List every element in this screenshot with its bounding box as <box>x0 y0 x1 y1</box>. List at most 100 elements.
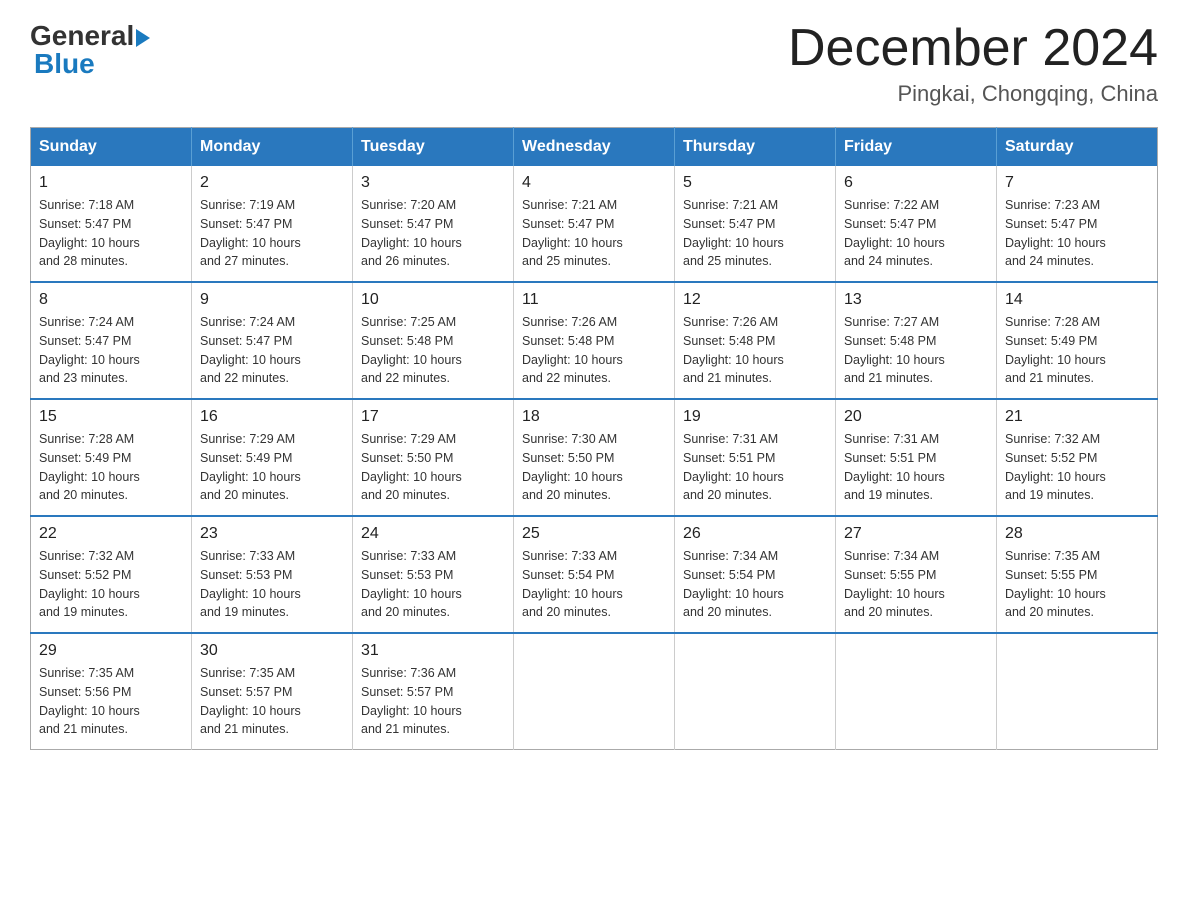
day-number: 14 <box>1005 291 1149 309</box>
day-cell: 23 Sunrise: 7:33 AMSunset: 5:53 PMDaylig… <box>192 516 353 633</box>
day-number: 13 <box>844 291 988 309</box>
day-info: Sunrise: 7:32 AMSunset: 5:52 PMDaylight:… <box>39 547 183 622</box>
day-number: 2 <box>200 174 344 192</box>
day-cell: 19 Sunrise: 7:31 AMSunset: 5:51 PMDaylig… <box>675 399 836 516</box>
day-cell: 22 Sunrise: 7:32 AMSunset: 5:52 PMDaylig… <box>31 516 192 633</box>
day-number: 4 <box>522 174 666 192</box>
day-number: 3 <box>361 174 505 192</box>
day-cell: 29 Sunrise: 7:35 AMSunset: 5:56 PMDaylig… <box>31 633 192 750</box>
day-cell <box>836 633 997 750</box>
day-number: 21 <box>1005 408 1149 426</box>
day-info: Sunrise: 7:19 AMSunset: 5:47 PMDaylight:… <box>200 196 344 271</box>
day-cell: 30 Sunrise: 7:35 AMSunset: 5:57 PMDaylig… <box>192 633 353 750</box>
day-info: Sunrise: 7:22 AMSunset: 5:47 PMDaylight:… <box>844 196 988 271</box>
day-cell: 4 Sunrise: 7:21 AMSunset: 5:47 PMDayligh… <box>514 166 675 282</box>
day-cell: 26 Sunrise: 7:34 AMSunset: 5:54 PMDaylig… <box>675 516 836 633</box>
day-number: 24 <box>361 525 505 543</box>
day-cell: 20 Sunrise: 7:31 AMSunset: 5:51 PMDaylig… <box>836 399 997 516</box>
title-block: December 2024 Pingkai, Chongqing, China <box>788 20 1158 107</box>
day-info: Sunrise: 7:33 AMSunset: 5:53 PMDaylight:… <box>361 547 505 622</box>
day-cell: 7 Sunrise: 7:23 AMSunset: 5:47 PMDayligh… <box>997 166 1158 282</box>
day-number: 25 <box>522 525 666 543</box>
page-header: General Blue December 2024 Pingkai, Chon… <box>30 20 1158 107</box>
day-cell: 3 Sunrise: 7:20 AMSunset: 5:47 PMDayligh… <box>353 166 514 282</box>
day-info: Sunrise: 7:25 AMSunset: 5:48 PMDaylight:… <box>361 313 505 388</box>
day-cell: 5 Sunrise: 7:21 AMSunset: 5:47 PMDayligh… <box>675 166 836 282</box>
weekday-wednesday: Wednesday <box>514 128 675 167</box>
day-info: Sunrise: 7:29 AMSunset: 5:50 PMDaylight:… <box>361 430 505 505</box>
weekday-header-row: SundayMondayTuesdayWednesdayThursdayFrid… <box>31 128 1158 167</box>
day-number: 26 <box>683 525 827 543</box>
week-row-4: 22 Sunrise: 7:32 AMSunset: 5:52 PMDaylig… <box>31 516 1158 633</box>
day-info: Sunrise: 7:21 AMSunset: 5:47 PMDaylight:… <box>683 196 827 271</box>
day-number: 19 <box>683 408 827 426</box>
day-number: 22 <box>39 525 183 543</box>
day-info: Sunrise: 7:21 AMSunset: 5:47 PMDaylight:… <box>522 196 666 271</box>
day-cell: 10 Sunrise: 7:25 AMSunset: 5:48 PMDaylig… <box>353 282 514 399</box>
calendar-subtitle: Pingkai, Chongqing, China <box>788 81 1158 107</box>
day-number: 9 <box>200 291 344 309</box>
day-number: 29 <box>39 642 183 660</box>
logo: General Blue <box>30 20 150 80</box>
day-cell: 17 Sunrise: 7:29 AMSunset: 5:50 PMDaylig… <box>353 399 514 516</box>
day-info: Sunrise: 7:28 AMSunset: 5:49 PMDaylight:… <box>1005 313 1149 388</box>
day-info: Sunrise: 7:32 AMSunset: 5:52 PMDaylight:… <box>1005 430 1149 505</box>
day-number: 23 <box>200 525 344 543</box>
day-cell: 11 Sunrise: 7:26 AMSunset: 5:48 PMDaylig… <box>514 282 675 399</box>
calendar-title: December 2024 <box>788 20 1158 77</box>
day-number: 16 <box>200 408 344 426</box>
day-info: Sunrise: 7:24 AMSunset: 5:47 PMDaylight:… <box>39 313 183 388</box>
day-info: Sunrise: 7:20 AMSunset: 5:47 PMDaylight:… <box>361 196 505 271</box>
day-number: 7 <box>1005 174 1149 192</box>
calendar-table: SundayMondayTuesdayWednesdayThursdayFrid… <box>30 127 1158 750</box>
day-info: Sunrise: 7:18 AMSunset: 5:47 PMDaylight:… <box>39 196 183 271</box>
day-info: Sunrise: 7:35 AMSunset: 5:56 PMDaylight:… <box>39 664 183 739</box>
weekday-friday: Friday <box>836 128 997 167</box>
day-info: Sunrise: 7:33 AMSunset: 5:53 PMDaylight:… <box>200 547 344 622</box>
day-cell: 24 Sunrise: 7:33 AMSunset: 5:53 PMDaylig… <box>353 516 514 633</box>
week-row-5: 29 Sunrise: 7:35 AMSunset: 5:56 PMDaylig… <box>31 633 1158 750</box>
day-cell <box>997 633 1158 750</box>
day-cell: 15 Sunrise: 7:28 AMSunset: 5:49 PMDaylig… <box>31 399 192 516</box>
day-info: Sunrise: 7:27 AMSunset: 5:48 PMDaylight:… <box>844 313 988 388</box>
day-info: Sunrise: 7:33 AMSunset: 5:54 PMDaylight:… <box>522 547 666 622</box>
weekday-monday: Monday <box>192 128 353 167</box>
day-info: Sunrise: 7:35 AMSunset: 5:57 PMDaylight:… <box>200 664 344 739</box>
day-info: Sunrise: 7:23 AMSunset: 5:47 PMDaylight:… <box>1005 196 1149 271</box>
weekday-thursday: Thursday <box>675 128 836 167</box>
day-number: 28 <box>1005 525 1149 543</box>
day-number: 11 <box>522 291 666 309</box>
week-row-3: 15 Sunrise: 7:28 AMSunset: 5:49 PMDaylig… <box>31 399 1158 516</box>
day-number: 6 <box>844 174 988 192</box>
day-number: 27 <box>844 525 988 543</box>
weekday-tuesday: Tuesday <box>353 128 514 167</box>
day-cell: 21 Sunrise: 7:32 AMSunset: 5:52 PMDaylig… <box>997 399 1158 516</box>
day-number: 30 <box>200 642 344 660</box>
day-info: Sunrise: 7:26 AMSunset: 5:48 PMDaylight:… <box>522 313 666 388</box>
day-info: Sunrise: 7:28 AMSunset: 5:49 PMDaylight:… <box>39 430 183 505</box>
day-number: 31 <box>361 642 505 660</box>
day-info: Sunrise: 7:35 AMSunset: 5:55 PMDaylight:… <box>1005 547 1149 622</box>
day-number: 15 <box>39 408 183 426</box>
weekday-sunday: Sunday <box>31 128 192 167</box>
day-cell: 25 Sunrise: 7:33 AMSunset: 5:54 PMDaylig… <box>514 516 675 633</box>
week-row-1: 1 Sunrise: 7:18 AMSunset: 5:47 PMDayligh… <box>31 166 1158 282</box>
day-info: Sunrise: 7:31 AMSunset: 5:51 PMDaylight:… <box>683 430 827 505</box>
day-cell: 18 Sunrise: 7:30 AMSunset: 5:50 PMDaylig… <box>514 399 675 516</box>
day-number: 10 <box>361 291 505 309</box>
day-info: Sunrise: 7:26 AMSunset: 5:48 PMDaylight:… <box>683 313 827 388</box>
day-info: Sunrise: 7:36 AMSunset: 5:57 PMDaylight:… <box>361 664 505 739</box>
day-number: 1 <box>39 174 183 192</box>
weekday-saturday: Saturday <box>997 128 1158 167</box>
logo-blue-text: Blue <box>34 48 95 80</box>
day-info: Sunrise: 7:34 AMSunset: 5:55 PMDaylight:… <box>844 547 988 622</box>
day-info: Sunrise: 7:34 AMSunset: 5:54 PMDaylight:… <box>683 547 827 622</box>
day-cell <box>514 633 675 750</box>
day-cell: 2 Sunrise: 7:19 AMSunset: 5:47 PMDayligh… <box>192 166 353 282</box>
day-number: 17 <box>361 408 505 426</box>
day-cell: 31 Sunrise: 7:36 AMSunset: 5:57 PMDaylig… <box>353 633 514 750</box>
week-row-2: 8 Sunrise: 7:24 AMSunset: 5:47 PMDayligh… <box>31 282 1158 399</box>
day-cell <box>675 633 836 750</box>
day-number: 20 <box>844 408 988 426</box>
day-number: 5 <box>683 174 827 192</box>
